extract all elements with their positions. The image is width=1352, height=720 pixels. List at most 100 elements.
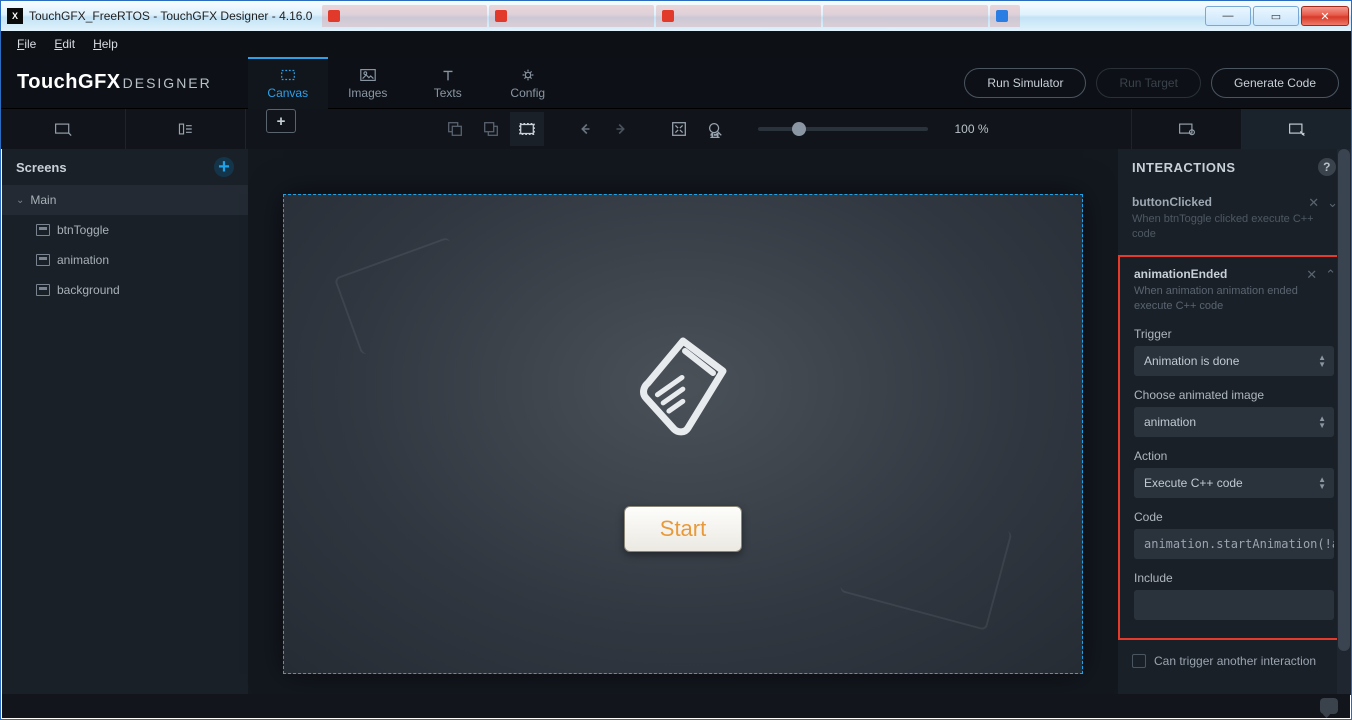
tab-texts[interactable]: Texts (408, 57, 488, 109)
action-select[interactable]: Execute C++ code ▲▼ (1134, 468, 1334, 498)
toolbar: + 1:1 100 % (1, 109, 1351, 149)
add-widget-button[interactable]: + (266, 109, 296, 133)
widget-icon (36, 224, 50, 236)
menu-edit[interactable]: Edit (46, 34, 83, 54)
maximize-button[interactable]: ▭ (1253, 6, 1299, 26)
tab-canvas[interactable]: Canvas (248, 57, 328, 109)
redo-icon[interactable] (604, 112, 638, 146)
updown-icon: ▲▼ (1318, 476, 1326, 490)
tab-canvas-label: Canvas (267, 86, 308, 100)
window-titlebar: X TouchGFX_FreeRTOS - TouchGFX Designer … (1, 1, 1351, 31)
bg-tab (656, 5, 821, 27)
bring-front-icon[interactable] (474, 112, 508, 146)
logo: TouchGFXDESIGNER (17, 71, 212, 94)
config-icon (519, 67, 537, 83)
choose-label: Choose animated image (1134, 388, 1334, 402)
chevron-down-icon: ⌄ (16, 195, 24, 206)
updown-icon: ▲▼ (1318, 354, 1326, 368)
choose-value: animation (1144, 415, 1196, 429)
tree-item-animation[interactable]: animation (2, 245, 248, 275)
tab-texts-label: Texts (434, 86, 462, 100)
action-label: Action (1134, 449, 1334, 463)
screen-settings-icon[interactable] (1170, 112, 1204, 146)
tab-config[interactable]: Config (488, 57, 568, 109)
fit-screen-icon[interactable] (662, 112, 696, 146)
vertical-scrollbar[interactable] (1337, 149, 1351, 695)
start-button[interactable]: Start (624, 506, 742, 552)
minimize-button[interactable]: — (1205, 6, 1251, 26)
header: TouchGFXDESIGNER Canvas Images Texts Con… (1, 57, 1351, 109)
zoom-slider[interactable] (758, 127, 928, 131)
sidebar: Screens + ⌄ Main btnToggle animation bac… (2, 149, 248, 718)
tab-images[interactable]: Images (328, 57, 408, 109)
app-icon: X (7, 8, 23, 24)
interactions-panel: INTERACTIONS ? buttonClicked When btnTog… (1118, 149, 1350, 718)
interaction-title: buttonClicked (1132, 195, 1336, 209)
images-icon (359, 67, 377, 83)
can-trigger-checkbox[interactable] (1132, 654, 1146, 668)
help-icon[interactable]: ? (1318, 158, 1336, 176)
tree-item-btntoggle[interactable]: btnToggle (2, 215, 248, 245)
sidebar-title: Screens (16, 160, 67, 175)
tree-screen-label: Main (30, 193, 56, 207)
interaction-title: animationEnded (1134, 267, 1334, 281)
interaction-animationended[interactable]: animationEnded When animation animation … (1118, 255, 1350, 640)
bg-tab (489, 5, 654, 27)
send-back-icon[interactable] (438, 112, 472, 146)
tree-item-label: animation (57, 253, 109, 267)
animation-widget[interactable] (613, 316, 753, 456)
messages-icon[interactable] (1320, 698, 1338, 714)
tag-icon (613, 316, 753, 456)
tree-item-background[interactable]: background (2, 275, 248, 305)
can-trigger-label: Can trigger another interaction (1154, 654, 1316, 668)
browser-tabs-bg (322, 5, 1020, 27)
panel-title: INTERACTIONS (1132, 160, 1236, 175)
fit-selection-icon[interactable] (510, 112, 544, 146)
run-target-button: Run Target (1096, 68, 1200, 98)
include-input[interactable] (1134, 590, 1334, 620)
interaction-desc: When animation animation ended execute C… (1134, 284, 1334, 315)
delete-interaction-icon[interactable]: ✕ (1306, 267, 1317, 283)
animated-image-select[interactable]: animation ▲▼ (1134, 407, 1334, 437)
interaction-desc: When btnToggle clicked execute C++ code (1132, 212, 1336, 243)
include-label: Include (1134, 571, 1334, 585)
action-value: Execute C++ code (1144, 476, 1243, 490)
canvas-frame[interactable]: Start (283, 194, 1083, 674)
bg-tab (990, 5, 1020, 27)
tab-images-label: Images (348, 86, 387, 100)
zoom-thumb[interactable] (792, 122, 806, 136)
widget-icon (36, 254, 50, 266)
undo-icon[interactable] (568, 112, 602, 146)
window-title: TouchGFX_FreeRTOS - TouchGFX Designer - … (29, 9, 312, 23)
trigger-select[interactable]: Animation is done ▲▼ (1134, 346, 1334, 376)
generate-code-button[interactable]: Generate Code (1211, 68, 1339, 98)
code-input[interactable]: animation.startAnimation(!anim (1134, 529, 1334, 559)
bg-tab (823, 5, 988, 27)
screens-view-icon[interactable] (46, 112, 80, 146)
expand-icon[interactable]: ⌃ (1325, 267, 1336, 283)
zoom-100-icon[interactable]: 1:1 (698, 112, 732, 146)
tab-config-label: Config (510, 86, 545, 100)
delete-interaction-icon[interactable]: ✕ (1308, 195, 1319, 211)
menu-file[interactable]: File (9, 34, 44, 54)
scrollbar-thumb[interactable] (1338, 149, 1350, 651)
widget-icon (36, 284, 50, 296)
interaction-buttonclicked[interactable]: buttonClicked When btnToggle clicked exe… (1118, 185, 1350, 255)
statusbar (2, 694, 1350, 718)
svg-text:1:1: 1:1 (711, 133, 720, 138)
code-label: Code (1134, 510, 1334, 524)
tree-item-label: btnToggle (57, 223, 109, 237)
menu-help[interactable]: Help (85, 34, 126, 54)
trigger-label: Trigger (1134, 327, 1334, 341)
add-screen-button[interactable]: + (214, 157, 234, 177)
texts-icon (439, 67, 457, 83)
updown-icon: ▲▼ (1318, 415, 1326, 429)
close-button[interactable]: ✕ (1301, 6, 1349, 26)
canvas-area[interactable]: Start (248, 149, 1118, 718)
tree-screen-main[interactable]: ⌄ Main (2, 185, 248, 215)
properties-view-icon[interactable] (169, 112, 203, 146)
menubar: File Edit Help (1, 31, 1351, 57)
interactions-toggle-icon[interactable] (1280, 112, 1314, 146)
trigger-value: Animation is done (1144, 354, 1239, 368)
run-simulator-button[interactable]: Run Simulator (964, 68, 1086, 98)
